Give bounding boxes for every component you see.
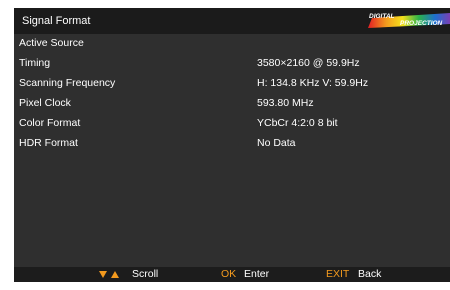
title-bar: Signal Format DIGITAL PROJECTION [14,8,450,34]
ok-key: OK [221,268,237,280]
row-label: Pixel Clock [19,97,71,109]
row-color-format: Color Format YCbCr 4:2:0 8 bit [14,114,450,134]
row-label: HDR Format [19,137,78,149]
enter-hint-label: Enter [244,268,270,280]
row-label: Scanning Frequency [19,77,116,89]
logo-text-top: DIGITAL [369,13,395,20]
row-label: Active Source [19,37,84,49]
row-label: Color Format [19,117,81,129]
footer-hints: Scroll OK Enter EXIT Back [14,267,450,282]
row-value: H: 134.8 KHz V: 59.9Hz [257,77,369,89]
row-active-source: Active Source [14,34,450,54]
exit-key: EXIT [326,268,350,280]
row-value: YCbCr 4:2:0 8 bit [257,117,338,129]
back-hint-label: Back [358,268,382,280]
digital-projection-logo: DIGITAL PROJECTION [368,13,450,28]
row-timing: Timing 3580×2160 @ 59.9Hz [14,54,450,74]
row-value: 3580×2160 @ 59.9Hz [257,57,360,69]
row-value: No Data [257,137,296,149]
row-value: 593.80 MHz [257,97,314,109]
up-down-arrows-icon [99,271,119,278]
info-panel: Active Source Timing 3580×2160 @ 59.9Hz … [14,34,450,267]
page-title: Signal Format [22,15,91,27]
scroll-hint-label: Scroll [132,268,159,280]
row-hdr-format: HDR Format No Data [14,134,450,154]
logo-text-bottom: PROJECTION [400,20,443,27]
row-scanning-frequency: Scanning Frequency H: 134.8 KHz V: 59.9H… [14,74,450,94]
row-pixel-clock: Pixel Clock 593.80 MHz [14,94,450,114]
signal-format-screen: Signal Format DIGITAL PROJECTION Active … [14,8,450,282]
row-label: Timing [19,57,51,69]
